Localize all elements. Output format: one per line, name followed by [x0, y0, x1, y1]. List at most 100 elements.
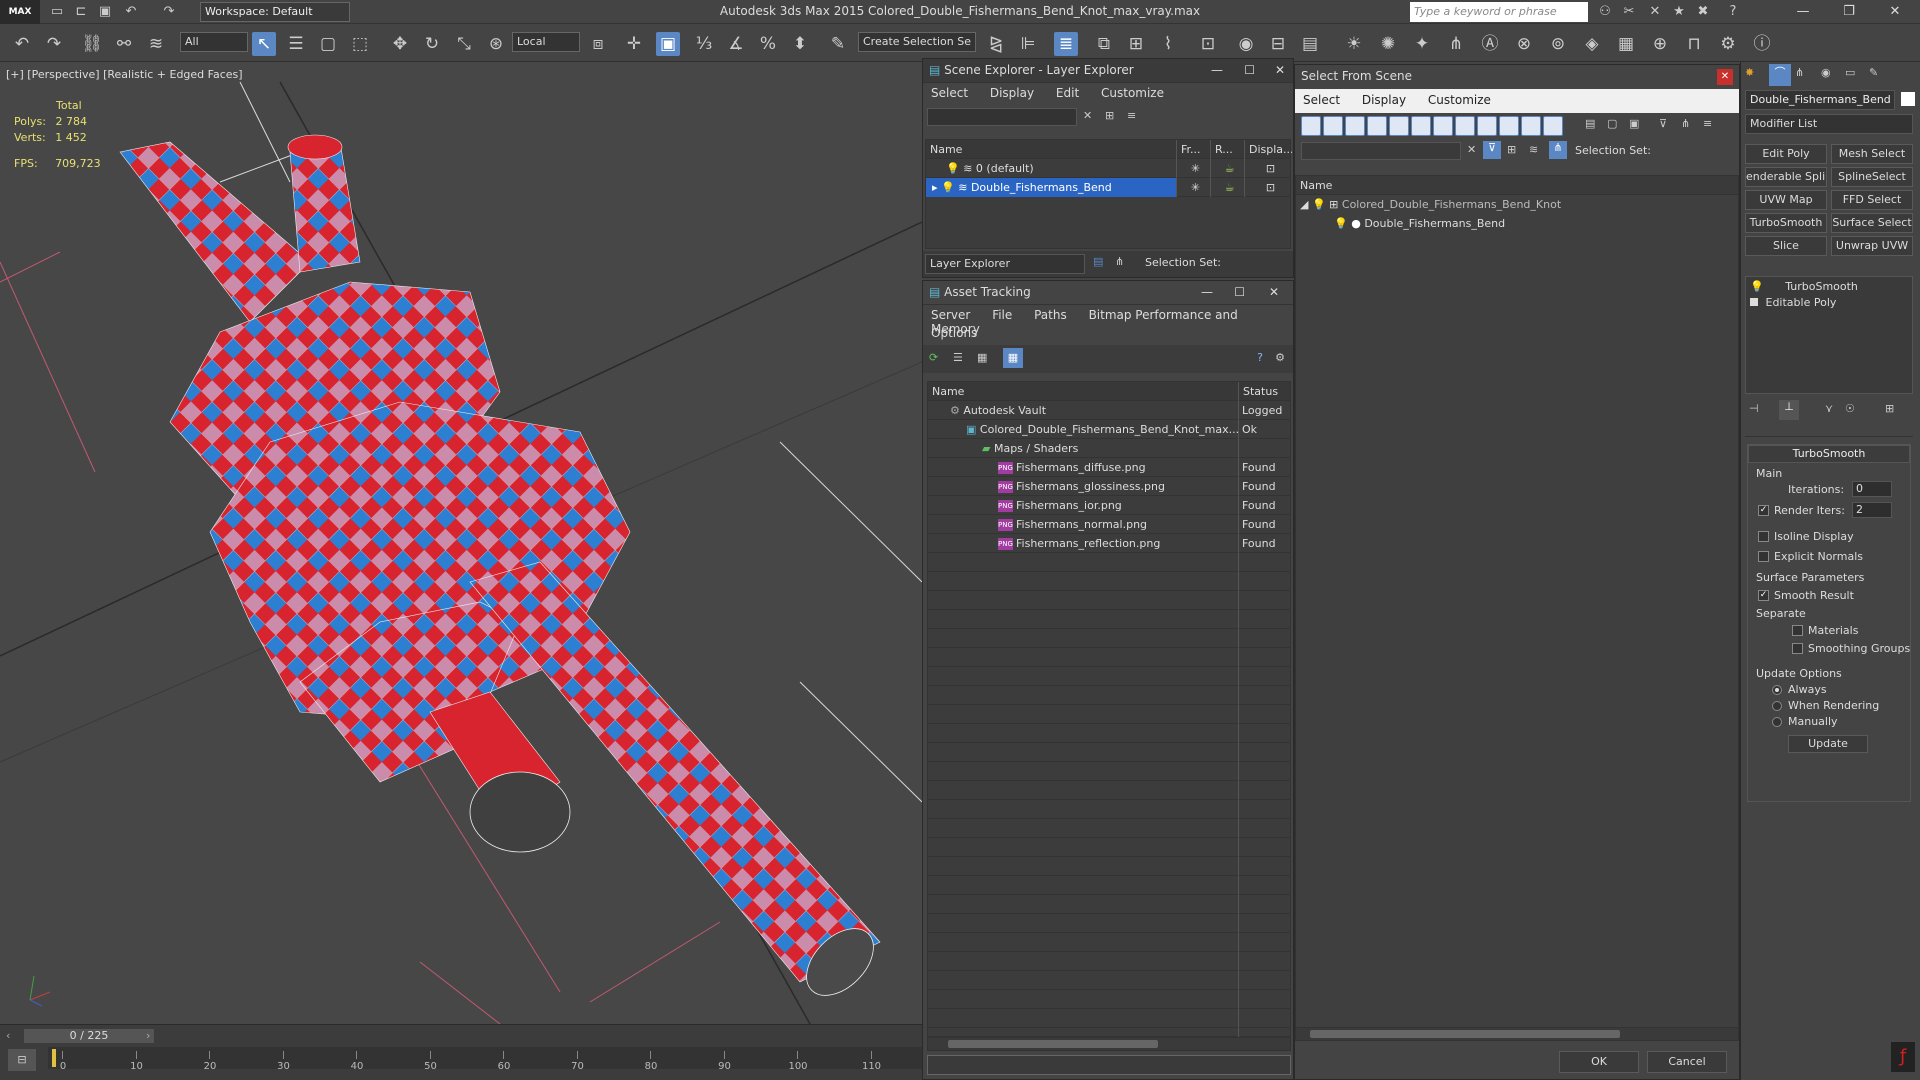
- save-icon[interactable]: ▣: [96, 3, 114, 21]
- x-icon[interactable]: ✖: [1694, 3, 1712, 21]
- scroll-thumb[interactable]: [948, 1040, 1158, 1048]
- menu-select[interactable]: Select: [1303, 93, 1340, 107]
- rollout-header[interactable]: TurboSmooth: [1748, 445, 1910, 463]
- select-search-input[interactable]: [1301, 142, 1461, 160]
- restore-icon[interactable]: ❐: [1826, 0, 1872, 24]
- stack-item-turbosmooth[interactable]: 💡 TurboSmooth: [1746, 277, 1912, 296]
- close-icon[interactable]: ✕: [1872, 0, 1918, 24]
- select-dependents-icon[interactable]: ⊞: [1507, 143, 1516, 156]
- col-name[interactable]: Name: [1296, 176, 1332, 195]
- tree-row-object[interactable]: 💡 ● Double_Fishermans_Bend: [1296, 214, 1738, 233]
- display-helpers-icon[interactable]: [1389, 116, 1409, 136]
- tools-icon[interactable]: ✂: [1620, 3, 1638, 21]
- keyboard-shortcut-override-icon[interactable]: ▣: [656, 32, 680, 56]
- ok-button[interactable]: OK: [1559, 1051, 1639, 1073]
- modifier-button[interactable]: SplineSelect: [1831, 167, 1913, 187]
- link-icon[interactable]: ⛓: [80, 32, 104, 56]
- modifier-button[interactable]: enderable Splir: [1745, 167, 1827, 187]
- modifier-button[interactable]: TurboSmooth: [1745, 213, 1827, 233]
- asset-row[interactable]: ⚙ Autodesk Vault Logged: [928, 401, 1290, 420]
- angle-snap-icon[interactable]: ∡: [724, 32, 748, 56]
- configure-sets-icon[interactable]: ⊞: [1885, 402, 1894, 415]
- edit-named-selection-icon[interactable]: ✎: [826, 32, 850, 56]
- layers-icon[interactable]: ≋: [1529, 143, 1538, 156]
- perspective-viewport[interactable]: [+] [Perspective] [Realistic + Edged Fac…: [0, 62, 922, 1024]
- percent-snap-icon[interactable]: %: [756, 32, 780, 56]
- close-icon[interactable]: ✕: [1275, 63, 1285, 77]
- modifier-button[interactable]: Mesh Select: [1831, 144, 1913, 164]
- scene-explorer-search-input[interactable]: [927, 108, 1077, 126]
- toggle-layer-explorer-icon[interactable]: ⧉: [1092, 32, 1116, 56]
- always-radio[interactable]: [1772, 685, 1782, 695]
- make-unique-icon[interactable]: ⋎: [1825, 402, 1833, 415]
- render-iters-checkbox[interactable]: ✓: [1758, 505, 1769, 516]
- display-bones-icon[interactable]: [1477, 116, 1497, 136]
- selection-filter-dropdown[interactable]: All: [180, 32, 248, 52]
- maximize-icon[interactable]: ☐: [1234, 285, 1245, 299]
- layer-row-default[interactable]: 💡 ≋ 0 (default) ✳ ☕ ⊡: [926, 159, 1290, 178]
- menu-options[interactable]: Options: [931, 326, 977, 340]
- col-name[interactable]: Name: [926, 140, 1176, 159]
- freeze-icon[interactable]: ✳: [1176, 159, 1210, 178]
- help-icon[interactable]: ?: [1724, 3, 1742, 21]
- open-file-icon[interactable]: ⊏: [72, 3, 90, 21]
- curve-editor-icon[interactable]: ⌇: [1156, 32, 1180, 56]
- display-cameras-icon[interactable]: [1367, 116, 1387, 136]
- app-logo[interactable]: MAX: [0, 0, 40, 24]
- show-end-result-icon[interactable]: ⊥: [1779, 400, 1799, 420]
- menu-display[interactable]: Display: [1362, 93, 1406, 107]
- render-icon[interactable]: ☕: [1210, 159, 1244, 178]
- freeze-icon[interactable]: ✳: [1176, 178, 1210, 197]
- new-file-icon[interactable]: ▭: [48, 3, 66, 21]
- bulb-icon[interactable]: 💡: [1312, 198, 1326, 211]
- col-render[interactable]: R...: [1210, 140, 1244, 159]
- modify-tab-icon[interactable]: ⌒: [1769, 64, 1791, 86]
- table-view-icon[interactable]: ▦: [1003, 348, 1023, 368]
- snaps-toggle-icon[interactable]: ⅓: [692, 32, 716, 56]
- tree-horizontal-scrollbar[interactable]: [1295, 1027, 1739, 1041]
- graphite-toolset-icon[interactable]: ⊞: [1124, 32, 1148, 56]
- display-xrefs-icon[interactable]: [1455, 116, 1475, 136]
- vray-camera-icon[interactable]: ⊚: [1546, 32, 1570, 56]
- col-display[interactable]: Displa...: [1244, 140, 1292, 159]
- maximize-icon[interactable]: ☐: [1244, 63, 1255, 77]
- isoline-checkbox[interactable]: [1758, 531, 1769, 542]
- modifier-button[interactable]: Unwrap UVW: [1831, 236, 1913, 256]
- menu-customize[interactable]: Customize: [1101, 86, 1164, 100]
- pivot-center-icon[interactable]: ⧈: [586, 32, 610, 56]
- viewport-label[interactable]: [+] [Perspective] [Realistic + Edged Fac…: [6, 68, 243, 81]
- time-slider[interactable]: 0 / 225: [24, 1029, 154, 1043]
- display-frozen-icon[interactable]: [1521, 116, 1541, 136]
- vray-proxy-icon[interactable]: ✦: [1410, 32, 1434, 56]
- vray-clipper-icon[interactable]: ⊓: [1682, 32, 1706, 56]
- display-groups-icon[interactable]: [1433, 116, 1453, 136]
- minimize-icon[interactable]: —: [1780, 0, 1826, 24]
- col-name[interactable]: Name: [928, 382, 1238, 401]
- display-containers-icon[interactable]: [1499, 116, 1519, 136]
- undo-icon[interactable]: ↶: [10, 32, 34, 56]
- mini-curve-editor-icon[interactable]: ⊟: [8, 1049, 36, 1071]
- display-icon[interactable]: ⊡: [1244, 178, 1292, 197]
- list-view-icon[interactable]: ☰: [953, 351, 963, 364]
- binoculars-icon[interactable]: ⚇: [1596, 3, 1614, 21]
- unlink-icon[interactable]: ⚯: [112, 32, 136, 56]
- scene-explorer-titlebar[interactable]: ▤ Scene Explorer - Layer Explorer — ☐ ✕: [923, 59, 1293, 83]
- display-shapes-icon[interactable]: [1323, 116, 1343, 136]
- redo-icon[interactable]: ↷: [160, 3, 178, 21]
- bulb-icon[interactable]: 💡: [941, 181, 955, 194]
- tree-row-layer[interactable]: ◢ 💡 ⊞ Colored_Double_Fishermans_Bend_Kno…: [1296, 195, 1738, 214]
- display-icon[interactable]: ⊡: [1244, 159, 1292, 178]
- tree-view-icon[interactable]: ▦: [977, 351, 987, 364]
- render-icon[interactable]: ☕: [1210, 178, 1244, 197]
- material-editor-icon[interactable]: ◉: [1234, 32, 1258, 56]
- asset-horizontal-scrollbar[interactable]: [927, 1037, 1291, 1051]
- object-color-swatch[interactable]: [1901, 92, 1915, 106]
- vray-light-icon[interactable]: ☀: [1342, 32, 1366, 56]
- help-icon[interactable]: ?: [1257, 351, 1263, 364]
- move-icon[interactable]: ✥: [388, 32, 412, 56]
- select-object-icon[interactable]: ↖: [252, 32, 276, 56]
- communication-icon[interactable]: ✕: [1646, 3, 1664, 21]
- expand-icon[interactable]: ▸: [932, 181, 938, 194]
- select-by-name-icon[interactable]: ☰: [284, 32, 308, 56]
- clear-search-icon[interactable]: ✕: [1083, 109, 1092, 122]
